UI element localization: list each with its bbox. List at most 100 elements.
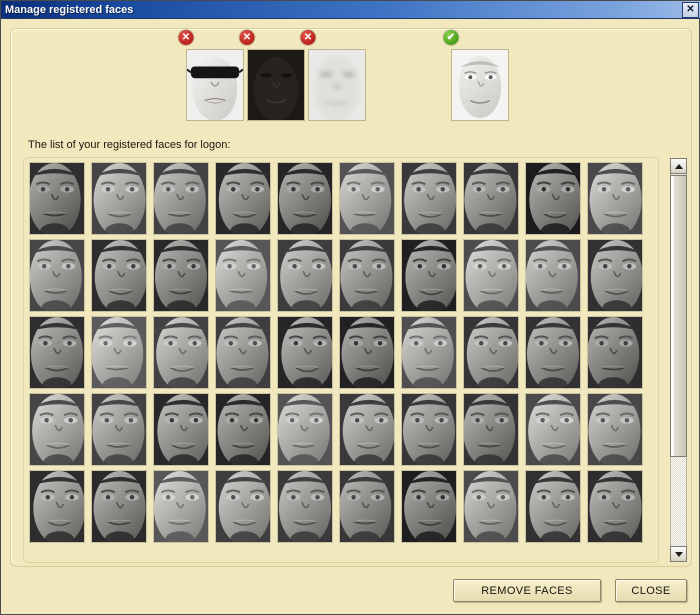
registered-face-cell[interactable] (26, 314, 88, 391)
registered-face-cell[interactable] (584, 468, 646, 545)
registered-face-cell[interactable] (26, 160, 88, 237)
registered-face-cell[interactable] (274, 314, 336, 391)
registered-face-thumbnail[interactable] (401, 470, 457, 543)
registered-face-cell[interactable] (460, 468, 522, 545)
registered-face-thumbnail[interactable] (339, 316, 395, 389)
registered-face-cell[interactable] (26, 468, 88, 545)
registered-face-cell[interactable] (274, 160, 336, 237)
registered-face-cell[interactable] (150, 237, 212, 314)
registered-face-cell[interactable] (336, 160, 398, 237)
registered-face-thumbnail[interactable] (91, 470, 147, 543)
registered-face-thumbnail[interactable] (463, 162, 519, 235)
registered-face-thumbnail[interactable] (587, 470, 643, 543)
registered-face-cell[interactable] (150, 314, 212, 391)
registered-face-thumbnail[interactable] (153, 470, 209, 543)
registered-face-cell[interactable] (88, 237, 150, 314)
registered-face-cell[interactable] (26, 391, 88, 468)
registered-face-cell[interactable] (522, 314, 584, 391)
registered-face-thumbnail[interactable] (29, 239, 85, 312)
registered-face-thumbnail[interactable] (91, 162, 147, 235)
registered-face-cell[interactable] (336, 237, 398, 314)
registered-face-thumbnail[interactable] (339, 393, 395, 466)
registered-face-thumbnail[interactable] (153, 316, 209, 389)
registered-face-cell[interactable] (212, 468, 274, 545)
registered-face-cell[interactable] (584, 314, 646, 391)
registered-face-cell[interactable] (522, 237, 584, 314)
registered-face-cell[interactable] (522, 468, 584, 545)
close-icon[interactable]: ✕ (682, 1, 699, 18)
registered-face-thumbnail[interactable] (277, 316, 333, 389)
registered-face-thumbnail[interactable] (29, 316, 85, 389)
registered-face-thumbnail[interactable] (525, 239, 581, 312)
registered-face-cell[interactable] (274, 468, 336, 545)
registered-face-thumbnail[interactable] (587, 239, 643, 312)
registered-face-cell[interactable] (88, 160, 150, 237)
registered-face-thumbnail[interactable] (525, 393, 581, 466)
registered-face-thumbnail[interactable] (587, 162, 643, 235)
registered-face-thumbnail[interactable] (29, 470, 85, 543)
registered-face-thumbnail[interactable] (215, 470, 271, 543)
registered-face-cell[interactable] (88, 314, 150, 391)
registered-face-thumbnail[interactable] (525, 162, 581, 235)
registered-face-thumbnail[interactable] (153, 393, 209, 466)
registered-face-cell[interactable] (212, 160, 274, 237)
registered-face-thumbnail[interactable] (401, 162, 457, 235)
registered-face-cell[interactable] (460, 160, 522, 237)
registered-face-thumbnail[interactable] (339, 470, 395, 543)
registered-face-thumbnail[interactable] (463, 316, 519, 389)
registered-face-thumbnail[interactable] (29, 162, 85, 235)
registered-face-thumbnail[interactable] (587, 316, 643, 389)
registered-face-thumbnail[interactable] (525, 470, 581, 543)
registered-face-thumbnail[interactable] (277, 239, 333, 312)
registered-face-thumbnail[interactable] (91, 393, 147, 466)
registered-face-cell[interactable] (336, 468, 398, 545)
registered-face-cell[interactable] (336, 314, 398, 391)
registered-face-cell[interactable] (522, 160, 584, 237)
registered-face-thumbnail[interactable] (401, 316, 457, 389)
registered-face-thumbnail[interactable] (277, 393, 333, 466)
registered-face-thumbnail[interactable] (587, 393, 643, 466)
close-button[interactable]: CLOSE (615, 579, 687, 602)
registered-face-thumbnail[interactable] (153, 162, 209, 235)
registered-face-cell[interactable] (88, 391, 150, 468)
remove-faces-button[interactable]: REMOVE FACES (453, 579, 601, 602)
registered-face-thumbnail[interactable] (525, 316, 581, 389)
registered-face-thumbnail[interactable] (153, 239, 209, 312)
registered-face-cell[interactable] (584, 160, 646, 237)
registered-face-thumbnail[interactable] (91, 239, 147, 312)
registered-face-thumbnail[interactable] (91, 316, 147, 389)
registered-face-cell[interactable] (584, 237, 646, 314)
registered-face-cell[interactable] (522, 391, 584, 468)
registered-face-cell[interactable] (336, 391, 398, 468)
registered-face-thumbnail[interactable] (215, 162, 271, 235)
registered-face-thumbnail[interactable] (339, 239, 395, 312)
registered-face-thumbnail[interactable] (215, 316, 271, 389)
registered-face-cell[interactable] (398, 314, 460, 391)
registered-face-cell[interactable] (584, 391, 646, 468)
registered-face-thumbnail[interactable] (463, 239, 519, 312)
registered-face-thumbnail[interactable] (401, 393, 457, 466)
registered-face-cell[interactable] (212, 391, 274, 468)
registered-face-cell[interactable] (398, 237, 460, 314)
registered-face-cell[interactable] (150, 468, 212, 545)
registered-face-cell[interactable] (212, 237, 274, 314)
registered-face-thumbnail[interactable] (277, 162, 333, 235)
registered-face-cell[interactable] (398, 468, 460, 545)
registered-face-thumbnail[interactable] (463, 393, 519, 466)
registered-face-thumbnail[interactable] (277, 470, 333, 543)
registered-face-thumbnail[interactable] (339, 162, 395, 235)
registered-face-cell[interactable] (274, 237, 336, 314)
registered-face-cell[interactable] (150, 160, 212, 237)
registered-face-thumbnail[interactable] (463, 470, 519, 543)
registered-face-cell[interactable] (26, 237, 88, 314)
registered-face-cell[interactable] (212, 314, 274, 391)
registered-face-cell[interactable] (274, 391, 336, 468)
scroll-up-arrow-icon[interactable] (670, 158, 687, 174)
registered-face-cell[interactable] (460, 314, 522, 391)
registered-face-thumbnail[interactable] (29, 393, 85, 466)
registered-face-cell[interactable] (398, 391, 460, 468)
registered-face-cell[interactable] (460, 237, 522, 314)
vertical-scrollbar[interactable] (670, 158, 687, 562)
registered-face-cell[interactable] (460, 391, 522, 468)
registered-face-cell[interactable] (88, 468, 150, 545)
